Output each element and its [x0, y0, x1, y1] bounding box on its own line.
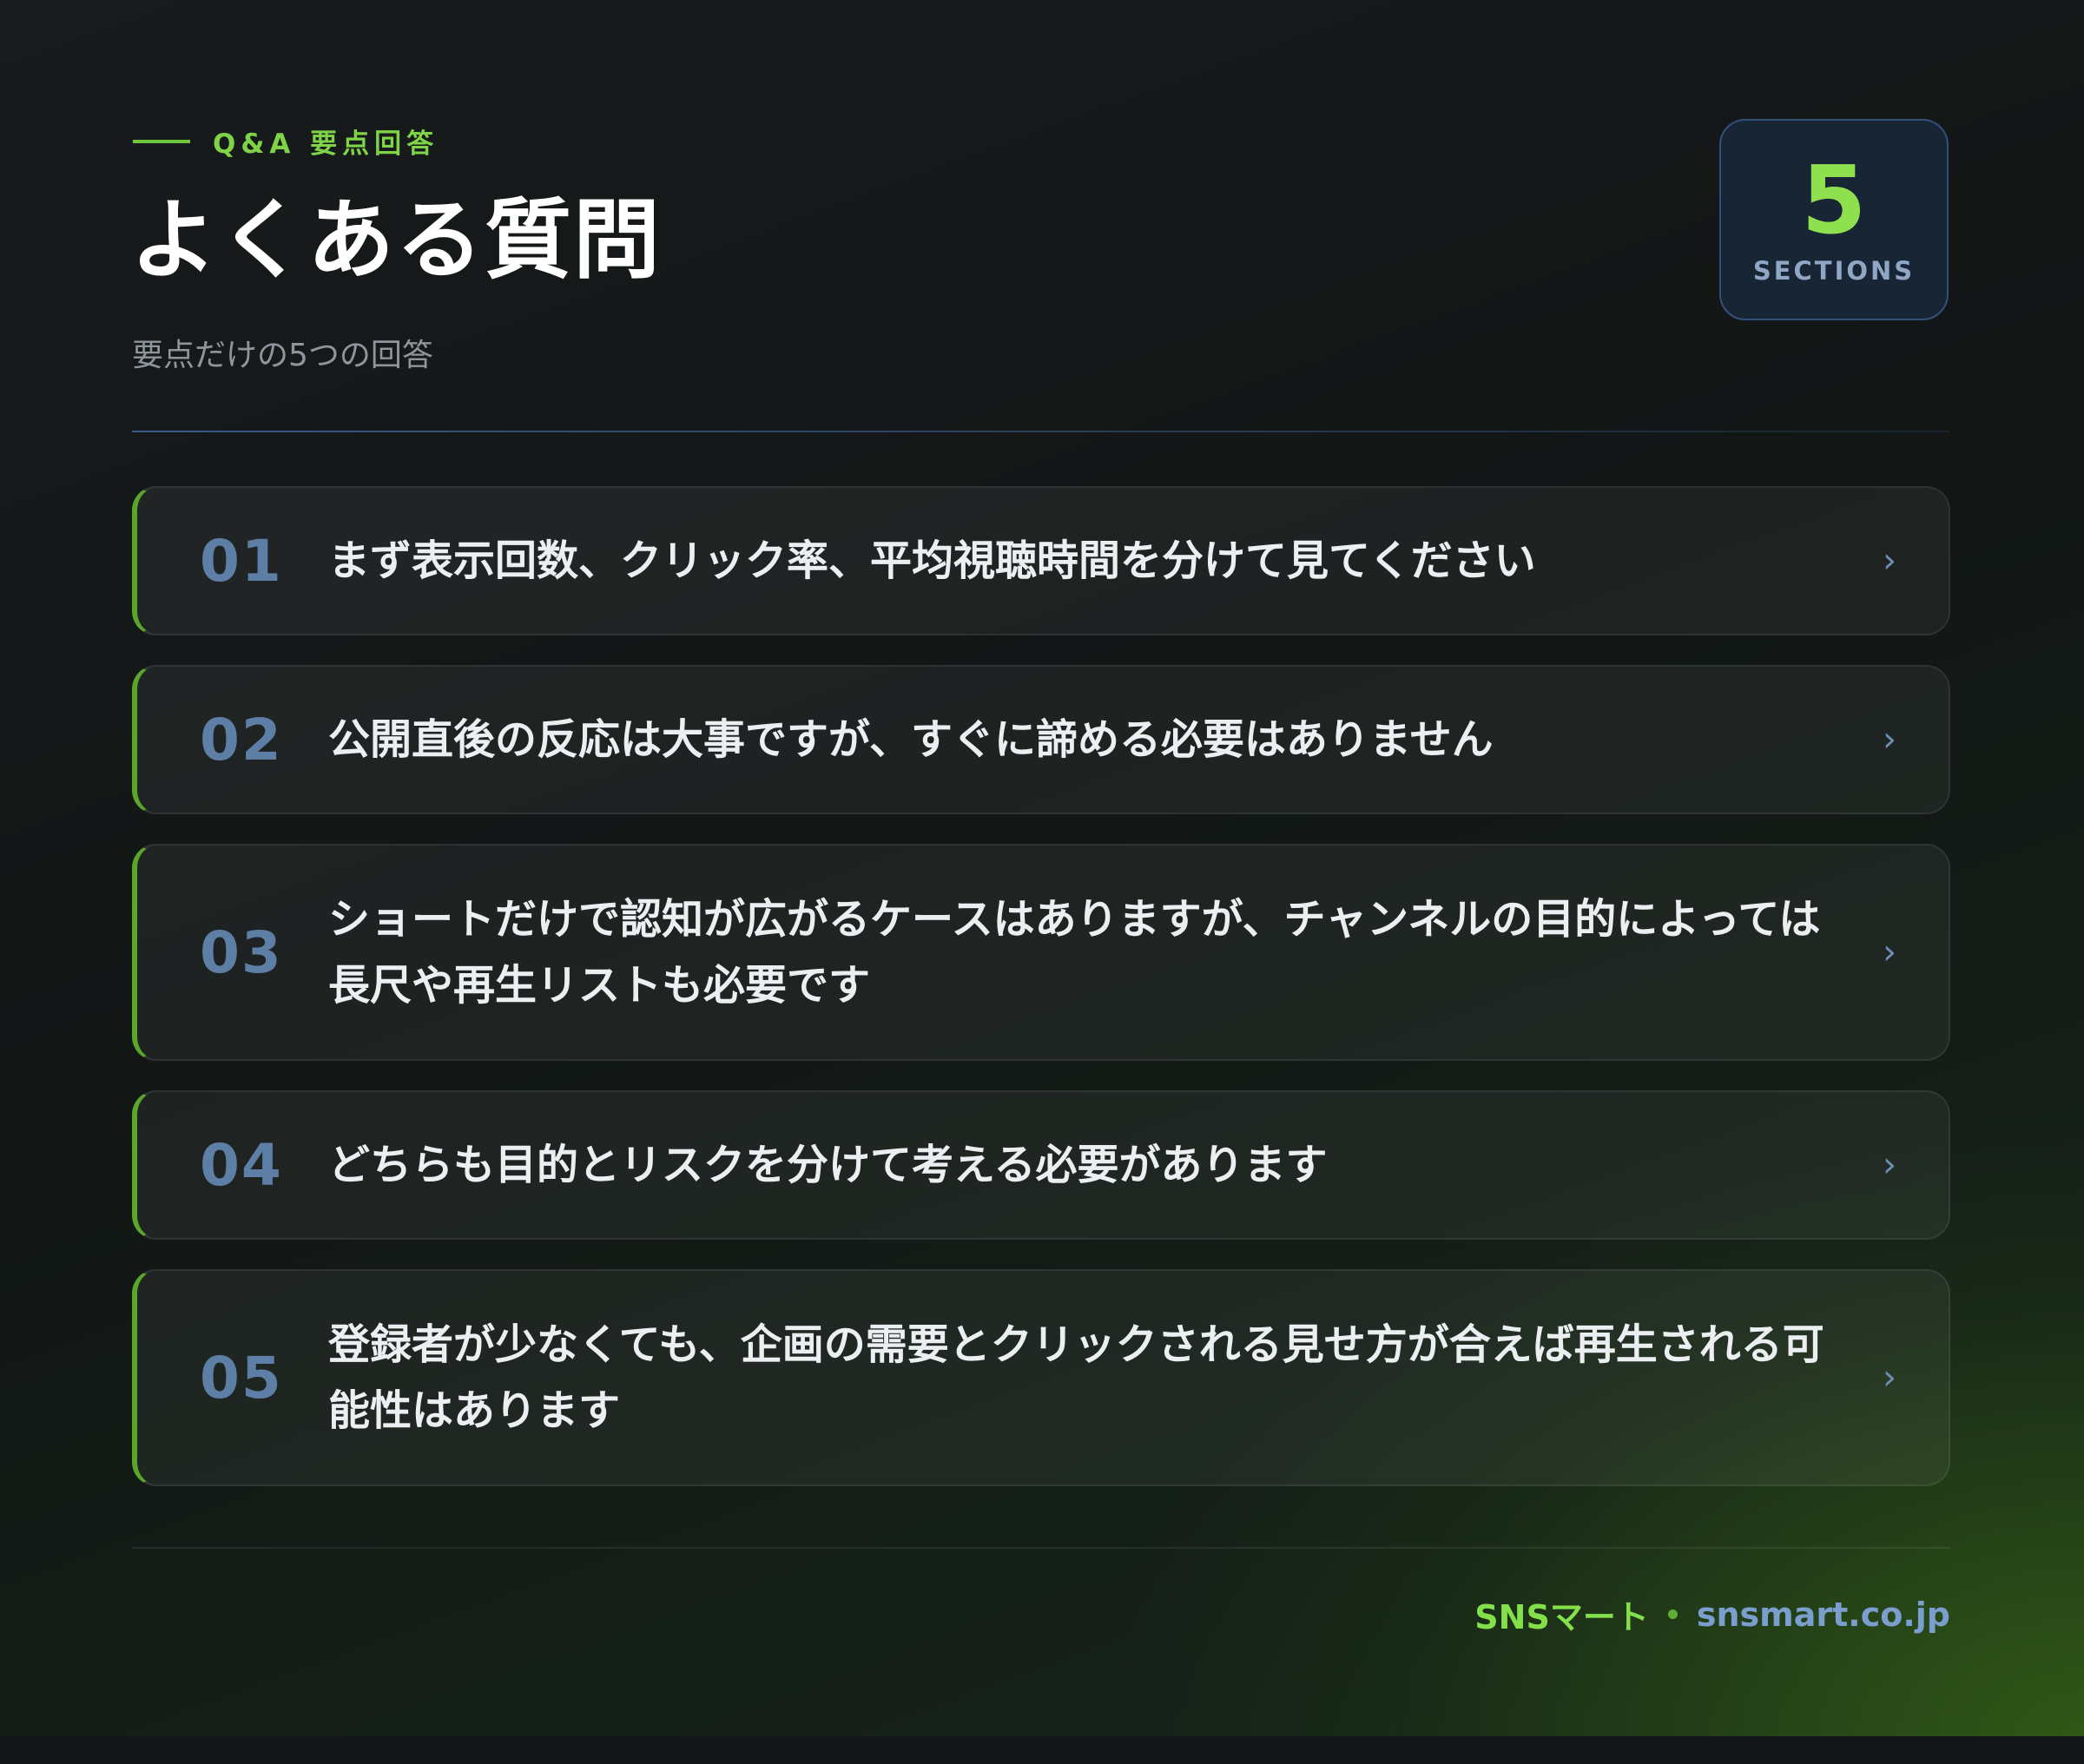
faq-slide: Q&A 要点回答 よくある質問 要点だけの5つの回答 5 SECTIONS 01…	[0, 0, 2084, 1736]
faq-item-03[interactable]: 03 ショートだけで認知が広がるケースはありますが、チャンネルの目的によっては長…	[132, 844, 1950, 1061]
header-divider	[132, 431, 1950, 432]
faq-number: 01	[200, 527, 283, 595]
footer-divider	[132, 1547, 1950, 1549]
eyebrow-text: Q&A 要点回答	[213, 128, 439, 160]
chevron-right-icon: ›	[1883, 932, 1896, 972]
faq-item-05[interactable]: 05 登録者が少なくても、企画の需要とクリックされる見せ方が合えば再生される可能…	[132, 1269, 1950, 1486]
faq-number: 04	[200, 1131, 283, 1199]
faq-item-01[interactable]: 01 まず表示回数、クリック率、平均視聴時間を分けて見てください ›	[132, 486, 1950, 635]
sections-count: 5	[1801, 147, 1867, 255]
eyebrow-line	[133, 139, 190, 143]
faq-number: 03	[200, 918, 283, 986]
site-link[interactable]: snsmart.co.jp	[1697, 1596, 1950, 1634]
faq-item-02[interactable]: 02 公開直後の反応は大事ですが、すぐに諦める必要はありません ›	[132, 665, 1950, 814]
brand-name: SNSマート	[1474, 1598, 1649, 1636]
chevron-right-icon: ›	[1883, 1145, 1896, 1185]
chevron-right-icon: ›	[1883, 541, 1896, 581]
faq-answer: 登録者が少なくても、企画の需要とクリックされる見せ方が合えば再生される可能性はあ…	[328, 1320, 1824, 1435]
eyebrow: Q&A 要点回答	[133, 122, 439, 161]
footer: SNSマート snsmart.co.jp	[1474, 1590, 1950, 1638]
faq-answer: どちらも目的とリスクを分けて考える必要があります	[328, 1141, 1328, 1189]
sections-label: SECTIONS	[1752, 256, 1916, 286]
faq-number: 05	[200, 1344, 283, 1412]
faq-answer: まず表示回数、クリック率、平均視聴時間を分けて見てください	[328, 536, 1536, 585]
page-subtitle: 要点だけの5つの回答	[132, 338, 433, 373]
chevron-right-icon: ›	[1883, 720, 1896, 760]
chevron-right-icon: ›	[1883, 1358, 1896, 1398]
sections-badge: 5 SECTIONS	[1719, 119, 1949, 320]
bottom-band	[0, 1736, 2084, 1764]
faq-item-04[interactable]: 04 どちらも目的とリスクを分けて考える必要があります ›	[132, 1090, 1950, 1240]
separator-dot-icon	[1667, 1609, 1678, 1619]
faq-number: 02	[200, 706, 283, 773]
faq-answer: 公開直後の反応は大事ですが、すぐに諦める必要はありません	[328, 715, 1494, 764]
page-title: よくある質問	[130, 189, 662, 291]
faq-answer: ショートだけで認知が広がるケースはありますが、チャンネルの目的によっては長尺や再…	[328, 895, 1821, 1010]
faq-list: 01 まず表示回数、クリック率、平均視聴時間を分けて見てください › 02 公開…	[132, 486, 1950, 1516]
